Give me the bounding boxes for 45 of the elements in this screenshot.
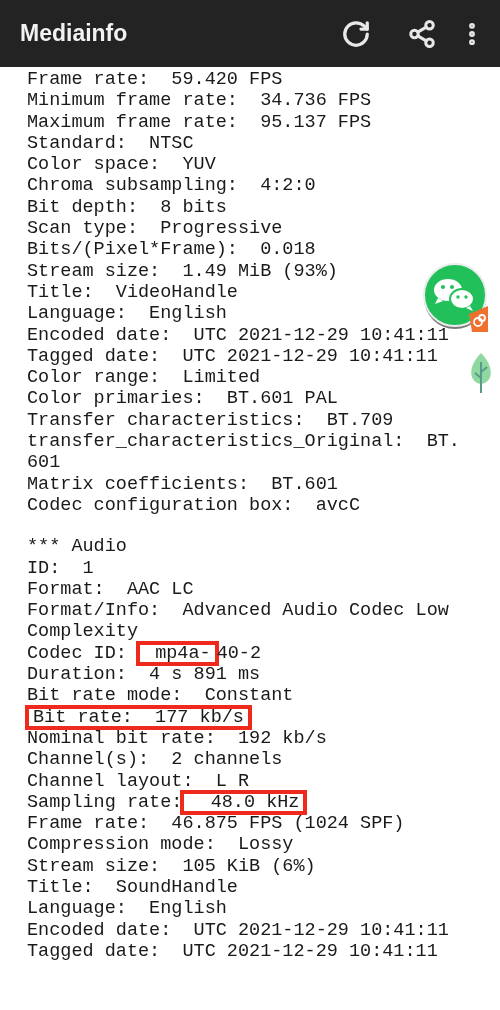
info-text: Title: SoundHandle [27, 877, 238, 899]
info-text: Bits/(Pixel*Frame): 0.018 [27, 239, 316, 261]
info-text: Format: AAC LC [27, 578, 194, 601]
info-text: Format/Info: Advanced Audio Codec Low [27, 600, 449, 622]
info-text: Stream size: 105 KiB (6%) [27, 855, 316, 877]
highlighted-text: 48.0 kHz [182, 791, 306, 814]
info-text: Bit rate mode: Constant [27, 685, 294, 707]
app-title: Mediainfo [20, 20, 129, 47]
info-text: Color space: YUV [27, 154, 216, 176]
info-text: Bit depth: 8 bits [27, 196, 227, 219]
info-text: Scan type: Progressive [27, 218, 283, 240]
info-text: 601 [27, 452, 61, 474]
info-text: Color range: Limited [27, 367, 261, 389]
info-text: Sampling rate: [27, 791, 183, 814]
info-text: Transfer characteristics: BT.709 [27, 409, 394, 432]
info-text: ID: 1 [27, 557, 94, 579]
info-text: Codec ID: [27, 642, 128, 664]
info-text: Compression mode: Lossy [27, 834, 294, 856]
info-text: Language: English [27, 303, 227, 325]
info-text: Nominal bit rate: 192 kb/s [27, 727, 327, 750]
info-text: Codec configuration box: avcC [27, 494, 361, 517]
leaf-icon[interactable] [468, 352, 494, 394]
highlighted-text: Bit rate: 177 kb/s [27, 706, 250, 728]
info-text: Minimum frame rate: 34.736 FPS [27, 90, 372, 112]
info-text: Encoded date: UTC 2021-12-29 10:41:11 [27, 324, 449, 346]
highlighted-text: mp4a- [138, 642, 217, 664]
info-text: transfer_characteristics_Original: BT. [27, 431, 460, 453]
info-text: Matrix coefficients: BT.601 [27, 473, 338, 495]
info-text: Color primaries: BT.601 PAL [27, 388, 338, 410]
info-text: Standard: NTSC [27, 132, 194, 155]
info-text: Maximum frame rate: 95.137 FPS [27, 111, 372, 133]
info-text: Encoded date: UTC 2021-12-29 10:41:11 [27, 919, 449, 941]
info-text: Channel(s): 2 channels [27, 749, 283, 771]
info-text: Tagged date: UTC 2021-12-29 10:41:11 [27, 345, 438, 368]
info-text: Frame rate: 46.875 FPS (1024 SPF) [27, 813, 405, 835]
info-text: Stream size: 1.49 MiB (93%) [27, 260, 338, 282]
info-text: Channel layout: L R [27, 770, 250, 792]
info-text: Chroma subsampling: 4:2:0 [27, 175, 316, 197]
info-text: Complexity [27, 621, 139, 643]
info-text: Title: VideoHandle [27, 281, 238, 304]
info-text: Tagged date: UTC 2021-12-29 10:41:11 [27, 940, 438, 963]
info-text: Frame rate: 59.420 FPS [27, 69, 283, 91]
info-text: *** Audio [27, 536, 127, 558]
info-text: Duration: 4 s 891 ms [27, 664, 261, 686]
info-text: Language: English [27, 898, 227, 920]
